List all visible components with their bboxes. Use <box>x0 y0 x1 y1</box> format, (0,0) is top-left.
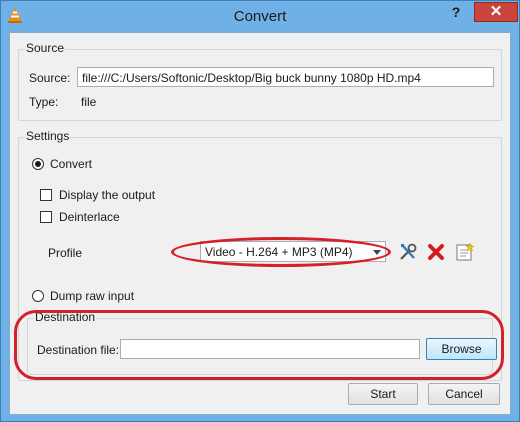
dump-raw-label: Dump raw input <box>50 289 135 303</box>
cancel-button[interactable]: Cancel <box>428 383 500 405</box>
source-group: Source Source: file:///C:/Users/Softonic… <box>18 41 502 121</box>
source-group-title: Source <box>25 41 66 55</box>
display-output-checkbox[interactable] <box>40 189 52 201</box>
source-label: Source: <box>29 71 71 85</box>
delete-profile-icon[interactable] <box>425 241 447 263</box>
edit-profile-icon[interactable] <box>397 241 419 263</box>
display-output-label: Display the output <box>59 188 156 202</box>
new-profile-icon[interactable] <box>453 241 475 263</box>
profile-highlight-ellipse <box>171 237 391 267</box>
destination-highlight-outline <box>14 310 504 380</box>
close-button[interactable]: ✕ <box>474 2 518 22</box>
convert-radio-label: Convert <box>50 157 93 171</box>
profile-label: Profile <box>48 246 83 260</box>
deinterlace-label: Deinterlace <box>59 210 120 224</box>
convert-radio[interactable] <box>32 158 44 170</box>
dump-raw-radio[interactable] <box>32 290 44 302</box>
title-bar[interactable]: Convert ? ✕ <box>1 1 519 32</box>
settings-group-title: Settings <box>25 129 71 143</box>
help-button[interactable]: ? <box>441 2 471 22</box>
type-label: Type: <box>29 95 59 109</box>
source-path-field[interactable]: file:///C:/Users/Softonic/Desktop/Big bu… <box>77 67 494 87</box>
type-value: file <box>81 95 97 109</box>
deinterlace-checkbox[interactable] <box>40 211 52 223</box>
start-button[interactable]: Start <box>348 383 418 405</box>
